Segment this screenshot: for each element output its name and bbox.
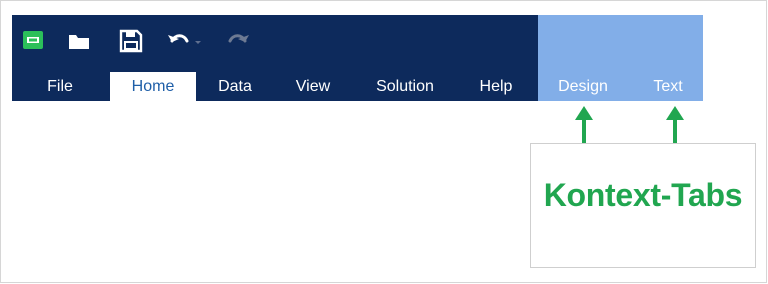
- tab-text[interactable]: Text: [640, 72, 696, 101]
- quick-access-toolbar: [12, 15, 538, 70]
- tab-file[interactable]: File: [32, 72, 88, 101]
- redo-icon[interactable]: [224, 29, 254, 53]
- ribbon: File Home Data View Solution Help Design…: [12, 15, 703, 101]
- tab-view[interactable]: View: [285, 72, 341, 101]
- tab-help[interactable]: Help: [470, 72, 522, 101]
- annotation-label: Kontext-Tabs: [543, 177, 743, 213]
- tab-data[interactable]: Data: [208, 72, 262, 101]
- ribbon-tab-strip: File Home Data View Solution Help Design…: [12, 72, 703, 101]
- open-folder-icon[interactable]: [66, 30, 92, 52]
- tab-solution[interactable]: Solution: [364, 72, 446, 101]
- tab-home[interactable]: Home: [110, 72, 196, 101]
- app-logo-icon[interactable]: [22, 30, 44, 50]
- annotation-callout: Kontext-Tabs: [530, 143, 756, 268]
- tab-design[interactable]: Design: [548, 72, 618, 101]
- save-icon[interactable]: [118, 28, 144, 54]
- undo-icon[interactable]: [166, 29, 204, 53]
